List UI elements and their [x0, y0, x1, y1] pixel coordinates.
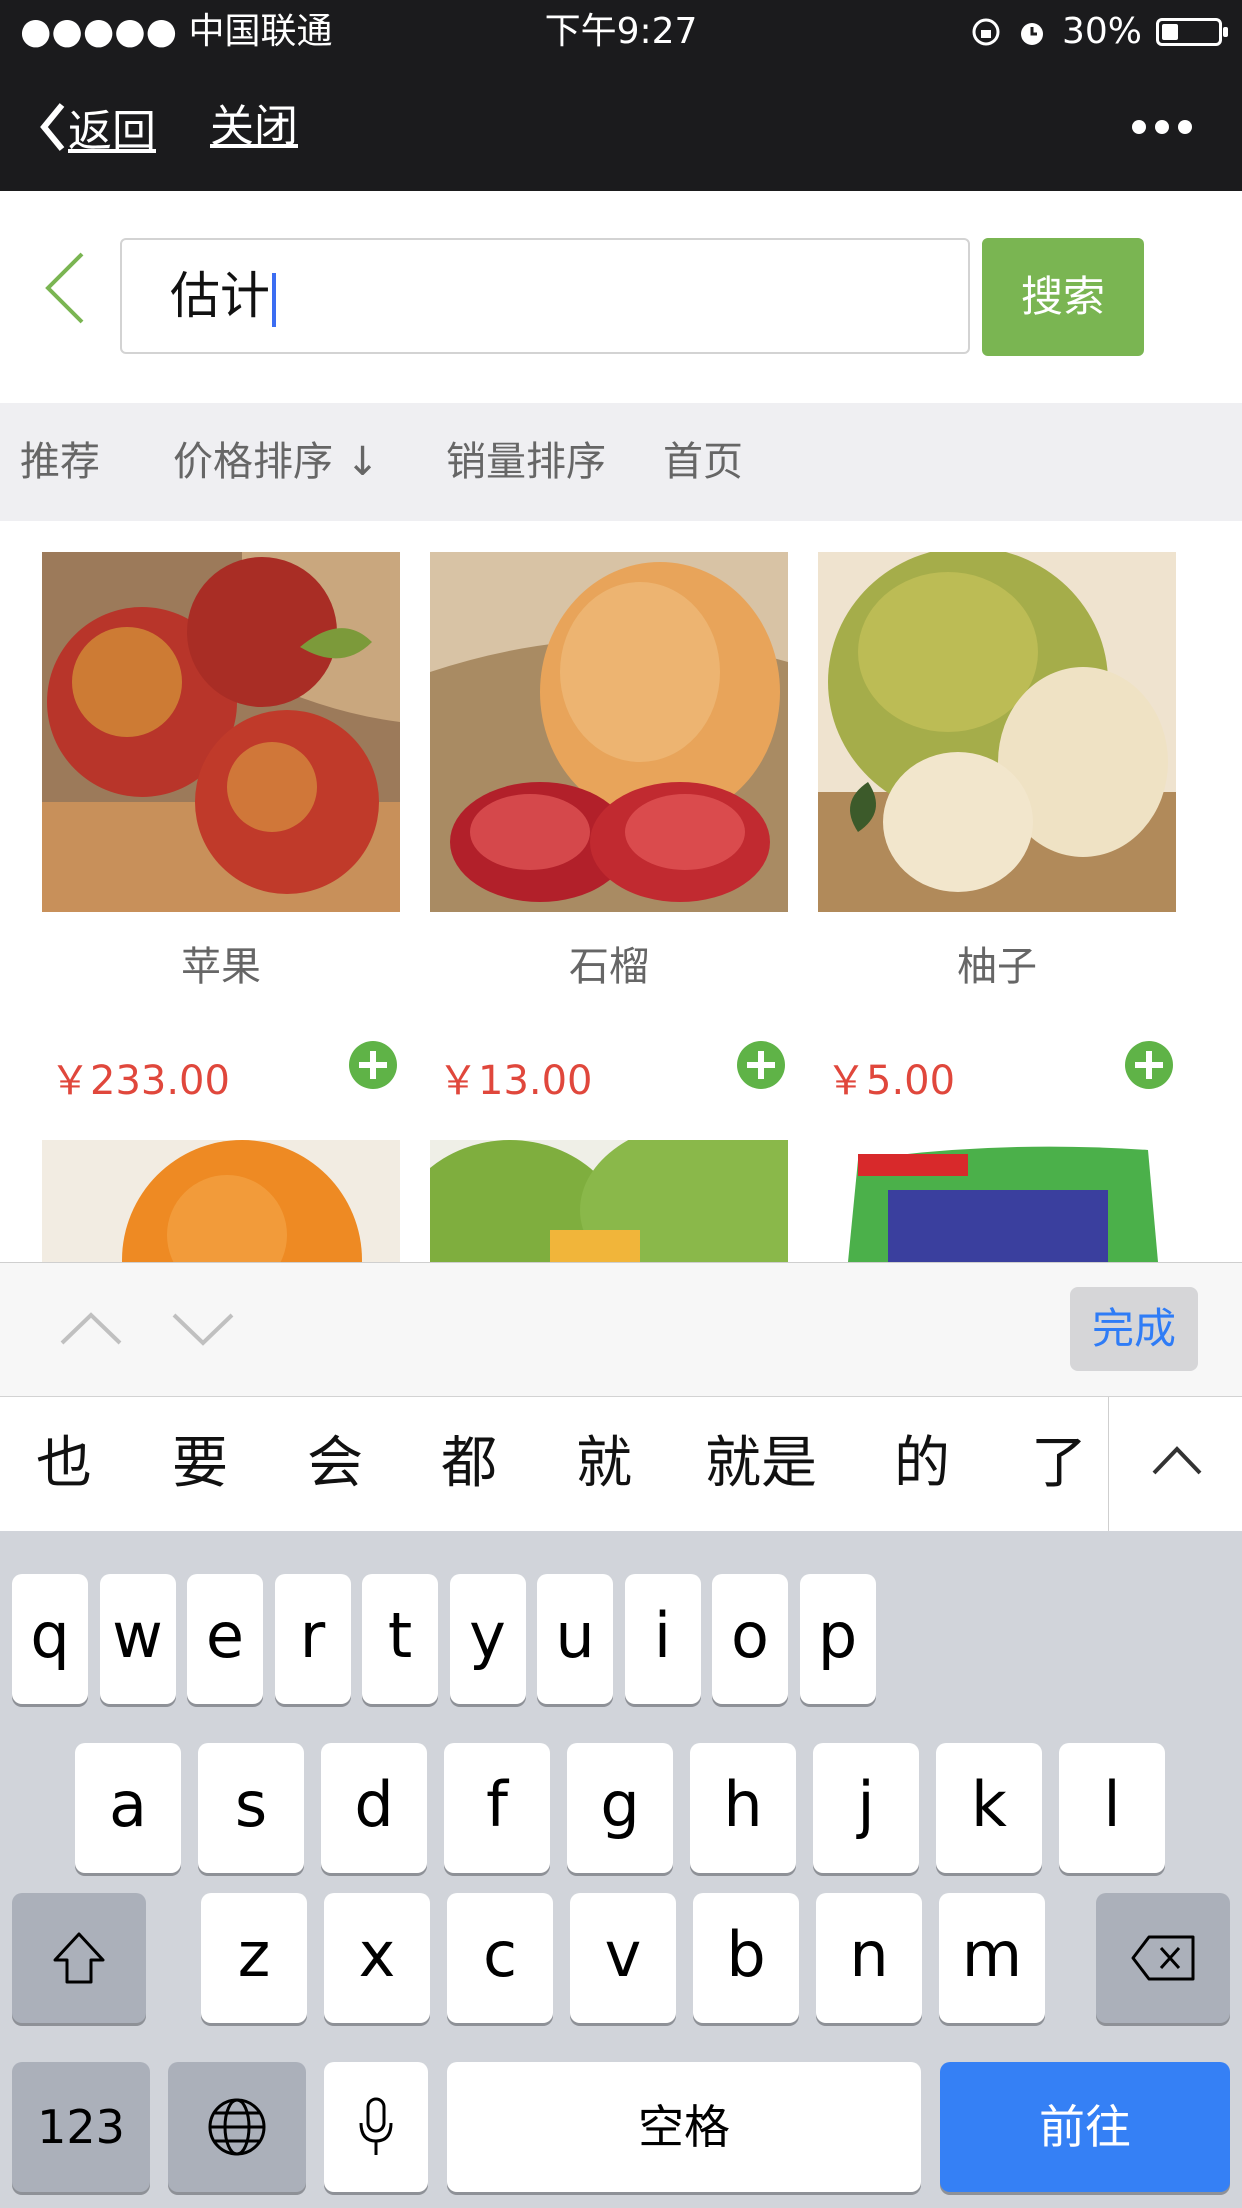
- product-name: 柚子: [957, 944, 1037, 990]
- key-o[interactable]: o: [712, 1574, 788, 1704]
- candidate-word[interactable]: 要: [172, 1397, 228, 1531]
- microphone-icon: [359, 2097, 393, 2155]
- key-a[interactable]: a: [75, 1743, 181, 1873]
- candidate-word[interactable]: 会: [307, 1397, 363, 1531]
- alarm-icon: [1020, 23, 1043, 45]
- key-n[interactable]: n: [816, 1893, 922, 2023]
- key-h[interactable]: h: [690, 1743, 796, 1873]
- key-c[interactable]: c: [447, 1893, 553, 2023]
- back-button[interactable]: 返回: [38, 95, 156, 159]
- key-r[interactable]: r: [274, 1574, 351, 1704]
- candidate-word[interactable]: 了: [1031, 1397, 1087, 1531]
- search-button[interactable]: 搜索: [982, 238, 1144, 356]
- battery-percent: 30%: [1061, 11, 1142, 52]
- key-f[interactable]: f: [444, 1743, 550, 1873]
- shift-icon: [53, 1932, 105, 1984]
- space-key[interactable]: 空格: [447, 2062, 921, 2192]
- key-i[interactable]: i: [624, 1574, 701, 1704]
- search-query: 估计: [170, 267, 270, 325]
- expand-candidates-icon[interactable]: [1150, 1441, 1204, 1481]
- key-x[interactable]: x: [324, 1893, 430, 2023]
- product-price: ￥5.00: [826, 1058, 956, 1104]
- product-name: 苹果: [181, 944, 261, 990]
- product-image-mango[interactable]: [430, 1140, 788, 1262]
- key-k[interactable]: k: [936, 1743, 1042, 1873]
- chevron-up-icon[interactable]: [58, 1309, 124, 1349]
- key-m[interactable]: m: [939, 1893, 1045, 2023]
- text-caret: [272, 272, 276, 327]
- add-to-cart-icon[interactable]: [1125, 1041, 1173, 1089]
- product-price: ￥13.00: [438, 1058, 593, 1104]
- chevron-left-icon: [40, 103, 65, 151]
- close-button[interactable]: 关闭: [210, 95, 298, 159]
- product-image-pomegranate[interactable]: [430, 552, 788, 912]
- add-to-cart-icon[interactable]: [349, 1041, 397, 1089]
- status-right: 30%: [970, 8, 1228, 56]
- more-options-icon[interactable]: [1132, 110, 1192, 144]
- globe-icon: [208, 2098, 266, 2156]
- search-input[interactable]: 估计: [120, 238, 970, 354]
- key-p[interactable]: p: [799, 1574, 876, 1704]
- key-t[interactable]: t: [362, 1574, 438, 1704]
- key-w[interactable]: w: [99, 1574, 176, 1704]
- rotation-lock-icon: [972, 18, 1000, 46]
- candidate-word[interactable]: 的: [894, 1397, 950, 1531]
- microphone-key[interactable]: [324, 2062, 428, 2192]
- tab-recommended[interactable]: 推荐: [20, 403, 100, 521]
- candidate-divider: [1108, 1397, 1109, 1531]
- tab-home[interactable]: 首页: [663, 403, 743, 521]
- chevron-down-icon[interactable]: [170, 1309, 236, 1349]
- keyboard: 123 空格 前往 qwertyuiop asdfghjkl zxcvbnm: [0, 1531, 1242, 2208]
- key-y[interactable]: y: [449, 1574, 526, 1704]
- key-e[interactable]: e: [187, 1574, 263, 1704]
- sort-bar: 推荐 价格排序 ↓ 销量排序 首页: [0, 403, 1242, 521]
- go-key[interactable]: 前往: [940, 2062, 1230, 2192]
- key-q[interactable]: q: [12, 1574, 88, 1704]
- key-l[interactable]: l: [1059, 1743, 1165, 1873]
- product-image-pomelo[interactable]: [818, 552, 1176, 912]
- key-u[interactable]: u: [537, 1574, 613, 1704]
- tab-sales-sort[interactable]: 销量排序: [446, 403, 606, 521]
- candidate-word[interactable]: 就: [576, 1397, 632, 1531]
- done-button[interactable]: 完成: [1070, 1287, 1198, 1371]
- key-j[interactable]: j: [813, 1743, 919, 1873]
- product-image-apple[interactable]: [42, 552, 400, 912]
- product-name: 石榴: [569, 944, 649, 990]
- add-to-cart-icon[interactable]: [737, 1041, 785, 1089]
- candidate-word[interactable]: 就是: [705, 1397, 817, 1531]
- shift-key[interactable]: [12, 1893, 146, 2023]
- product-image-detergent[interactable]: [818, 1140, 1176, 1262]
- battery-icon: [1156, 18, 1228, 46]
- keyboard-accessory-bar: 完成: [0, 1262, 1242, 1397]
- key-b[interactable]: b: [693, 1893, 799, 2023]
- numbers-key[interactable]: 123: [12, 2062, 150, 2192]
- backspace-icon: [1131, 1935, 1195, 1981]
- key-z[interactable]: z: [201, 1893, 307, 2023]
- product-image-orange[interactable]: [42, 1140, 400, 1262]
- tab-price-sort[interactable]: 价格排序 ↓: [173, 403, 379, 521]
- key-g[interactable]: g: [567, 1743, 673, 1873]
- key-d[interactable]: d: [321, 1743, 427, 1873]
- back-label: 返回: [68, 106, 156, 157]
- globe-key[interactable]: [168, 2062, 306, 2192]
- key-s[interactable]: s: [198, 1743, 304, 1873]
- top-bar: ●●●●● 中国联通 下午9:27 30% 返回 关闭: [0, 0, 1242, 191]
- key-v[interactable]: v: [570, 1893, 676, 2023]
- candidate-word[interactable]: 也: [36, 1397, 92, 1531]
- search-back-icon[interactable]: [38, 248, 98, 328]
- candidate-word[interactable]: 都: [441, 1397, 497, 1531]
- delete-key[interactable]: [1096, 1893, 1230, 2023]
- product-price: ￥233.00: [50, 1058, 230, 1104]
- candidate-bar: 也 要 会 都 就 就是 的 了: [0, 1396, 1242, 1532]
